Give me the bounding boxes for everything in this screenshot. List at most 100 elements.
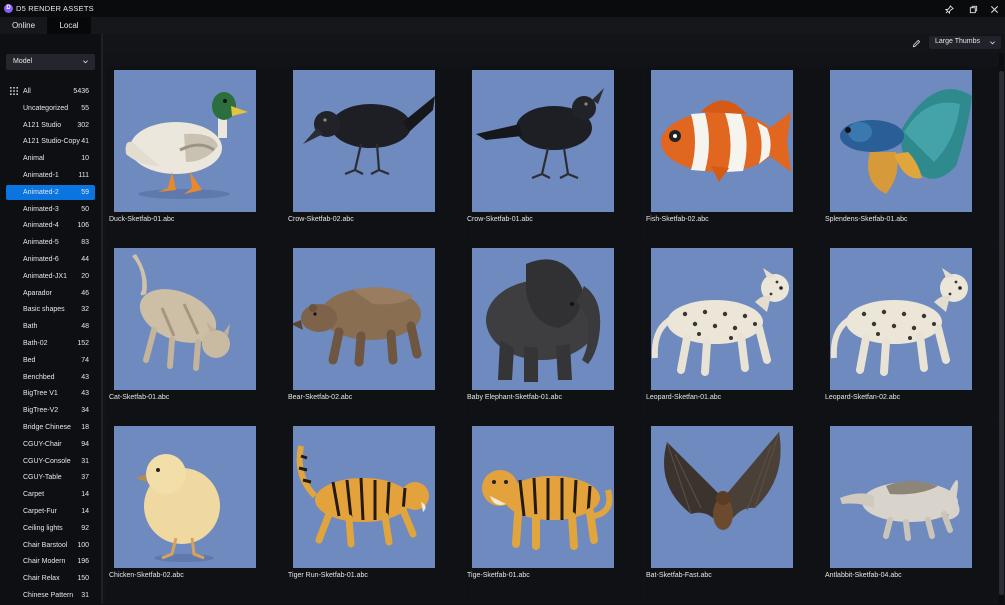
category-item[interactable]: Benchbed 43: [6, 370, 95, 385]
category-name: Benchbed: [23, 373, 55, 381]
category-count: 5436: [73, 88, 89, 95]
category-count: 100: [77, 541, 89, 549]
category-name: BigTree-V2: [23, 407, 59, 415]
category-item[interactable]: Bed 74: [6, 353, 95, 368]
category-item[interactable]: Basic shapes 32: [6, 302, 95, 317]
asset-card[interactable]: Antlabbit-Sketfab-04.abc: [823, 423, 1001, 600]
asset-card[interactable]: Duck-Sketfab-01.abc: [107, 67, 285, 244]
category-item[interactable]: Aparador 46: [6, 286, 95, 301]
view-mode-label: Large Thumbs: [935, 38, 981, 45]
asset-card[interactable]: Tiger Run-Sketfab-01.abc: [286, 423, 464, 600]
category-item[interactable]: CGUY-Table 37: [6, 470, 95, 485]
asset-card[interactable]: Splendens-Sketfab-01.abc: [823, 67, 1001, 244]
scrollbar[interactable]: [999, 53, 1004, 604]
category-name: BigTree V1: [23, 390, 58, 398]
category-item[interactable]: Bath-02 152: [6, 336, 95, 351]
category-name: Bath-02: [23, 339, 48, 347]
category-item[interactable]: Animated-6 44: [6, 252, 95, 267]
category-item[interactable]: Chinese Pattern 31: [6, 588, 95, 603]
tab-online[interactable]: Online: [0, 17, 47, 34]
category-item[interactable]: Animated-JX1 20: [6, 269, 95, 284]
category-item[interactable]: BigTree V1 43: [6, 386, 95, 401]
asset-card[interactable]: Leopard-Sketfan-02.abc: [823, 245, 1001, 422]
asset-name: Crow-Sketfab-01.abc: [467, 216, 533, 223]
category-item[interactable]: Chair Relax 150: [6, 571, 95, 586]
category-item[interactable]: Animated-2 59: [6, 184, 95, 200]
category-item[interactable]: CGUY-Console 31: [6, 454, 95, 469]
asset-card[interactable]: Crow-Sketfab-02.abc: [286, 67, 464, 244]
category-item[interactable]: Animal 10: [6, 151, 95, 166]
category-list: All 5436 Uncategorized 55 A121 Studio 302 A121…: [6, 84, 95, 605]
category-item[interactable]: Uncategorized 55: [6, 101, 95, 116]
category-count: 74: [81, 356, 89, 364]
category-item[interactable]: Animated-3 50: [6, 202, 95, 217]
asset-thumbnail: [651, 70, 793, 212]
category-count: 46: [81, 289, 89, 297]
category-item[interactable]: Chair Barstool 100: [6, 538, 95, 553]
category-count: 94: [81, 440, 89, 448]
category-item[interactable]: Animated-1 111: [6, 168, 95, 183]
category-count: 302: [77, 121, 89, 129]
category-name: Chair Barstool: [23, 541, 68, 549]
view-mode-select[interactable]: Large Thumbs: [929, 36, 1001, 49]
category-name: Animated-6: [23, 255, 59, 263]
category-item[interactable]: Ceiling lights 92: [6, 521, 95, 536]
category-item[interactable]: Carpet 14: [6, 487, 95, 502]
asset-name: Cat-Sketfab-01.abc: [109, 394, 170, 401]
asset-name: Bat-Sketfab-Fast.abc: [646, 572, 712, 579]
category-count: 152: [77, 339, 89, 347]
asset-type-select[interactable]: Model: [6, 54, 95, 70]
category-name: Chair Relax: [23, 575, 60, 583]
category-item[interactable]: Animated-4 106: [6, 218, 95, 233]
asset-card[interactable]: Cat-Sketfab-01.abc: [107, 245, 285, 422]
category-item[interactable]: CGUY-Chair 94: [6, 437, 95, 452]
asset-name: Baby Elephant-Sketfab-01.abc: [467, 394, 562, 401]
edit-icon[interactable]: [911, 38, 922, 49]
category-item[interactable]: Chair Modern 196: [6, 554, 95, 569]
asset-card[interactable]: Crow-Sketfab-01.abc: [465, 67, 643, 244]
category-item[interactable]: Bath 48: [6, 319, 95, 334]
category-count: 111: [78, 171, 89, 179]
category-name: Animated-JX1: [23, 272, 67, 280]
category-item[interactable]: BigTree-V2 34: [6, 403, 95, 418]
asset-thumbnail: [830, 248, 972, 390]
asset-card[interactable]: Baby Elephant-Sketfab-01.abc: [465, 245, 643, 422]
asset-thumbnail: [830, 426, 972, 568]
chevron-down-icon: [989, 39, 996, 48]
category-item[interactable]: All 5436: [6, 84, 95, 99]
category-count: 37: [81, 474, 89, 482]
close-icon[interactable]: [988, 3, 1000, 15]
asset-thumbnail: [651, 248, 793, 390]
restore-icon[interactable]: [967, 3, 979, 15]
asset-name: Duck-Sketfab-01.abc: [109, 216, 175, 223]
scrollbar-thumb[interactable]: [999, 71, 1004, 595]
asset-card[interactable]: Fish-Sketfab-02.abc: [644, 67, 822, 244]
category-name: Aparador: [23, 289, 52, 297]
category-count: 18: [81, 423, 89, 431]
asset-card[interactable]: Bat-Sketfab-Fast.abc: [644, 423, 822, 600]
asset-card[interactable]: Leopard-Sketfan-01.abc: [644, 245, 822, 422]
asset-name: Tige-Sketfab-01.abc: [467, 572, 530, 579]
asset-card[interactable]: Bear-Sketfab-02.abc: [286, 245, 464, 422]
asset-card[interactable]: Chicken-Sketfab-02.abc: [107, 423, 285, 600]
category-name: Animated-1: [23, 171, 59, 179]
category-item[interactable]: A121 Studio 302: [6, 118, 95, 133]
category-name: Carpet: [23, 491, 45, 499]
asset-thumbnail: [830, 70, 972, 212]
category-item[interactable]: Animated-5 83: [6, 235, 95, 250]
asset-thumbnail: [293, 70, 435, 212]
asset-name: Leopard-Sketfan-02.abc: [825, 394, 901, 401]
category-count: 196: [77, 558, 89, 566]
category-item[interactable]: Bridge Chinese 18: [6, 420, 95, 435]
category-count: 59: [81, 188, 89, 196]
asset-name: Crow-Sketfab-02.abc: [288, 216, 354, 223]
category-count: 83: [81, 239, 89, 247]
asset-thumbnail: [472, 426, 614, 568]
app-logo: D: [4, 4, 13, 13]
category-name: CGUY-Console: [23, 457, 71, 465]
pin-icon[interactable]: [943, 3, 955, 15]
category-item[interactable]: A121 Studio-Copy 41: [6, 134, 95, 149]
asset-card[interactable]: Tige-Sketfab-01.abc: [465, 423, 643, 600]
tab-local[interactable]: Local: [47, 17, 91, 34]
category-item[interactable]: Carpet-Fur 14: [6, 504, 95, 519]
